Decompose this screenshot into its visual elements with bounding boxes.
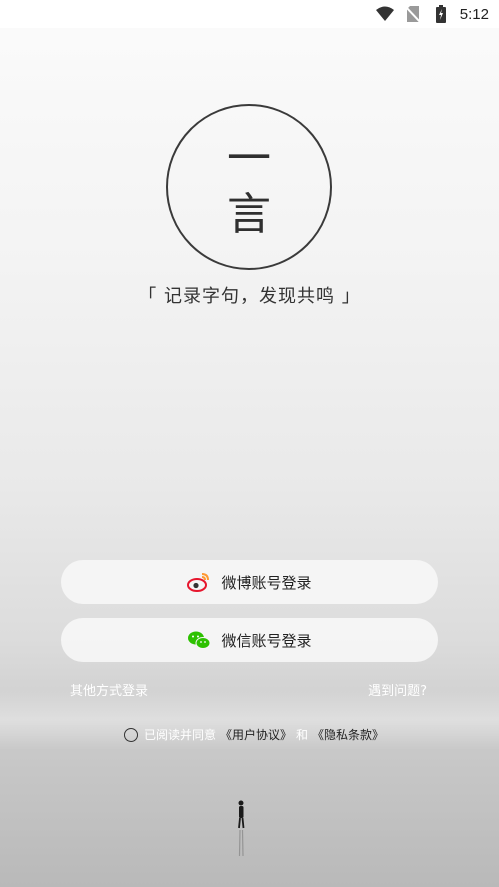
app-logo: 一 言 xyxy=(166,104,332,270)
help-link[interactable]: 遇到问题? xyxy=(368,680,427,699)
weibo-login-label: 微博账号登录 xyxy=(221,573,312,592)
logo-char-bottom: 言 xyxy=(227,189,271,240)
logo-char-top: 一 xyxy=(227,133,271,184)
user-agreement-link[interactable]: 《用户协议》 xyxy=(220,726,292,743)
agreement-and: 和 xyxy=(296,728,309,742)
wechat-login-button[interactable]: 微信账号登录 xyxy=(61,618,438,662)
weibo-login-button[interactable]: 微博账号登录 xyxy=(61,560,438,604)
agreement-row: 已阅读并同意 《用户协议》 和 《隐私条款》 xyxy=(124,726,384,743)
status-time: 5:12 xyxy=(459,5,489,23)
person-silhouette xyxy=(234,800,248,860)
wechat-icon xyxy=(187,628,211,652)
slogan: 「 记录字句，发现共鸣 」 xyxy=(138,286,361,307)
wifi-icon xyxy=(375,5,394,23)
agreement-prefix: 已阅读并同意 xyxy=(144,728,217,742)
other-login-link[interactable]: 其他方式登录 xyxy=(70,680,148,699)
status-bar: 5:12 xyxy=(0,0,499,28)
wechat-login-label: 微信账号登录 xyxy=(221,631,312,650)
privacy-link[interactable]: 《隐私条款》 xyxy=(312,726,384,743)
no-sim-icon xyxy=(404,5,422,23)
agreement-checkbox[interactable] xyxy=(124,727,138,742)
weibo-icon xyxy=(187,570,211,594)
battery-charging-icon xyxy=(432,5,450,23)
